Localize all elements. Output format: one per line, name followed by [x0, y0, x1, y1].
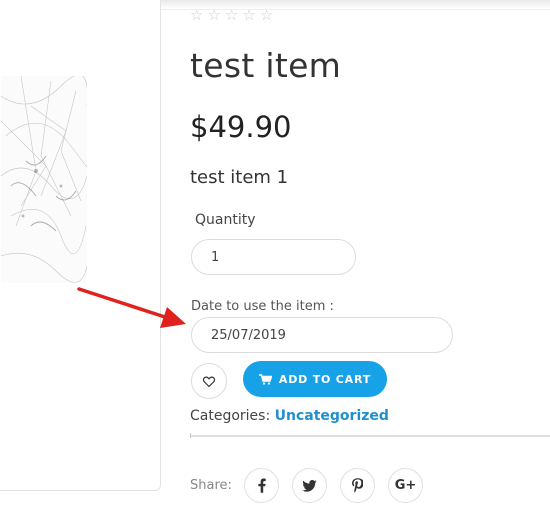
product-short-description: test item 1 [190, 167, 289, 188]
cart-icon [258, 373, 272, 385]
twitter-icon [302, 479, 317, 492]
google-plus-icon: G+ [394, 478, 417, 493]
product-price: $49.90 [190, 110, 292, 144]
star-icon: ☆ [224, 6, 239, 24]
product-image-panel [0, 0, 161, 491]
wishlist-button[interactable] [191, 363, 227, 399]
product-title: test item [190, 46, 342, 85]
quantity-label: Quantity [195, 212, 256, 228]
share-twitter-button[interactable] [292, 468, 327, 503]
divider [190, 435, 550, 437]
divider-tick [190, 433, 191, 438]
add-to-cart-label: ADD TO CART [278, 372, 372, 386]
date-label: Date to use the item : [191, 299, 334, 314]
share-label: Share: [190, 478, 232, 493]
star-icon: ☆ [242, 6, 256, 24]
share-pinterest-button[interactable] [340, 468, 375, 503]
star-icon: ☆ [207, 6, 221, 24]
pinterest-icon [352, 478, 363, 493]
product-categories: Categories: Uncategorized [190, 408, 389, 424]
star-icon: ☆ [259, 6, 274, 24]
share-facebook-button[interactable] [244, 468, 279, 503]
rating-stars: ☆ ☆ ☆ ☆ ☆ [190, 6, 273, 24]
heart-icon [203, 375, 215, 387]
quantity-input[interactable] [191, 239, 356, 275]
category-link[interactable]: Uncategorized [275, 408, 389, 424]
share-google-plus-button[interactable]: G+ [388, 468, 423, 503]
categories-label: Categories: [190, 408, 271, 424]
facebook-icon [257, 478, 266, 493]
star-icon: ☆ [190, 6, 204, 24]
date-input[interactable] [191, 317, 453, 353]
add-to-cart-button[interactable]: ADD TO CART [243, 361, 387, 397]
product-image [1, 76, 87, 283]
